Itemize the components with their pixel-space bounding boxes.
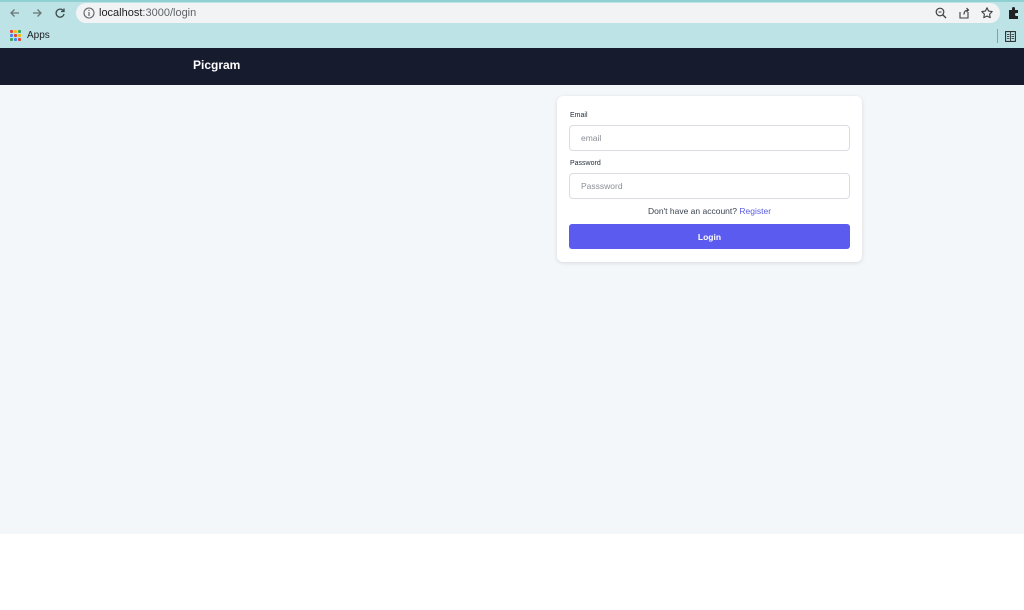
- page-content: Picgram Email Password Don't have an acc…: [0, 48, 1024, 534]
- apps-label: Apps: [27, 30, 50, 41]
- url-text: localhost:3000/login: [99, 7, 197, 19]
- register-prompt-text: Don't have an account?: [647, 206, 737, 216]
- email-field[interactable]: [569, 125, 850, 151]
- email-label: Email: [570, 112, 588, 119]
- password-field[interactable]: [569, 173, 850, 199]
- bookmarks-divider: [997, 29, 998, 43]
- browser-toolbar: localhost:3000/login: [0, 0, 1024, 26]
- login-card: Email Password Don't have an account? Re…: [557, 96, 862, 262]
- bookmark-star-icon[interactable]: [980, 6, 994, 20]
- apps-shortcut[interactable]: Apps: [10, 30, 50, 41]
- bookmarks-bar: Apps: [0, 26, 1024, 48]
- forward-icon[interactable]: [27, 4, 47, 22]
- zoom-icon[interactable]: [934, 6, 948, 20]
- extensions-icon[interactable]: [1006, 5, 1022, 21]
- share-icon[interactable]: [957, 6, 971, 20]
- apps-grid-icon: [10, 30, 21, 41]
- reading-list-icon[interactable]: [1005, 31, 1016, 42]
- address-bar[interactable]: localhost:3000/login: [76, 3, 1000, 23]
- brand-logo[interactable]: Picgram: [193, 58, 240, 72]
- login-button[interactable]: Login: [569, 224, 850, 249]
- app-navbar: Picgram: [0, 48, 1024, 85]
- register-prompt-line: Don't have an account? Register: [557, 206, 862, 216]
- reload-icon[interactable]: [50, 4, 70, 22]
- back-icon[interactable]: [5, 4, 25, 22]
- register-link[interactable]: Register: [739, 206, 771, 216]
- password-label: Password: [570, 160, 601, 167]
- site-info-icon[interactable]: [82, 6, 96, 20]
